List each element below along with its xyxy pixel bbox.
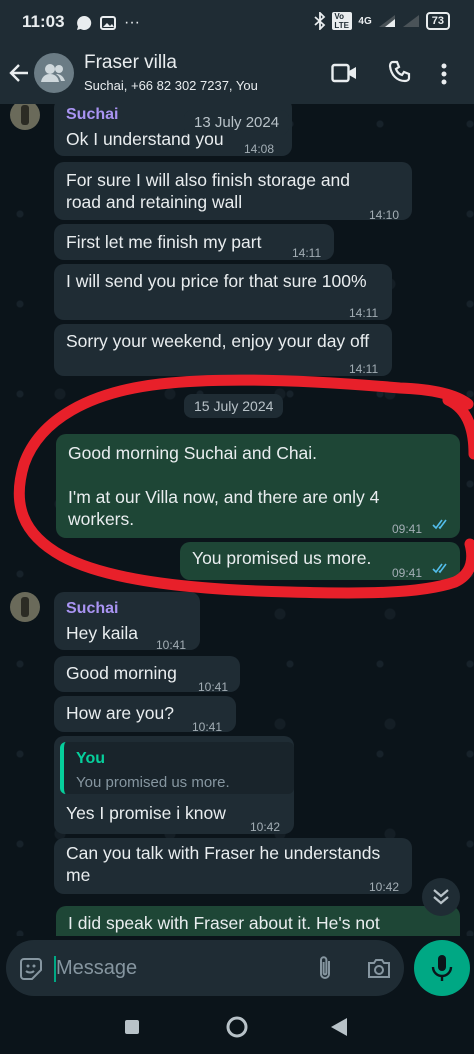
- message-time: 09:41: [392, 522, 423, 536]
- message-time: 14:10: [369, 208, 400, 222]
- message-text-line2: I'm at our Villa now, and there are only…: [68, 487, 380, 507]
- video-call-icon[interactable]: [331, 62, 357, 84]
- message-text-line2: road and retaining wall: [66, 192, 243, 212]
- message-time: 14:11: [349, 362, 379, 376]
- battery-indicator: 73: [425, 12, 450, 30]
- outgoing-message-bubble[interactable]: Good morning Suchai and Chai. I'm at our…: [56, 434, 460, 538]
- chat-participants[interactable]: Suchai, +66 82 302 7237, You: [84, 78, 258, 93]
- recent-apps-icon[interactable]: [124, 1019, 140, 1035]
- read-receipt-icon: [432, 563, 447, 574]
- voice-message-button[interactable]: [414, 940, 470, 996]
- reply-quote[interactable]: You You promised us more.: [60, 742, 294, 794]
- sender-avatar[interactable]: [10, 104, 40, 130]
- message-time: 10:42: [250, 820, 281, 834]
- status-bar: 11:03 ··· Vo LTE 4G 73: [0, 0, 474, 44]
- group-icon: [41, 64, 65, 82]
- message-time: 10:41: [192, 720, 223, 734]
- double-chevron-down-icon: [433, 889, 449, 905]
- message-bubble[interactable]: First let me finish my part 14:11: [54, 224, 334, 260]
- chat-title[interactable]: Fraser villa: [84, 52, 177, 74]
- back-nav-icon[interactable]: [330, 1017, 348, 1037]
- signal-strength-icon-2: [402, 15, 419, 27]
- message-text-line1: For sure I will also finish storage and: [66, 170, 351, 190]
- outgoing-message-bubble[interactable]: I did speak with Fraser about it. He's n…: [56, 906, 460, 936]
- date-chip: 13 July 2024: [184, 110, 290, 135]
- message-time: 14:11: [292, 246, 322, 260]
- chat-header: Fraser villa Suchai, +66 82 302 7237, Yo…: [0, 44, 474, 104]
- signal-strength-icon: [378, 15, 395, 27]
- group-avatar[interactable]: [34, 53, 74, 93]
- sender-name: Suchai: [66, 600, 119, 617]
- message-time: 10:41: [198, 680, 229, 694]
- message-text: You promised us more.: [192, 548, 372, 568]
- read-receipt-icon: [432, 519, 447, 530]
- message-bubble[interactable]: You You promised us more. Yes I promise …: [54, 736, 294, 834]
- message-bubble[interactable]: Sorry your weekend, enjoy your day off 1…: [54, 324, 392, 376]
- volte-badge: Vo LTE: [332, 12, 353, 30]
- outgoing-message-bubble[interactable]: You promised us more. 09:41: [180, 542, 460, 580]
- bluetooth-icon: [314, 12, 326, 30]
- message-text-line1: Can you talk with Fraser he understands: [66, 843, 381, 863]
- message-text: Yes I promise i know: [66, 803, 226, 823]
- chat-notification-icon: [77, 15, 92, 30]
- message-text: Hey kaila: [66, 623, 138, 643]
- scroll-to-bottom-button[interactable]: [422, 878, 460, 916]
- message-bubble[interactable]: Can you talk with Fraser he understands …: [54, 838, 412, 894]
- message-time: 14:08: [244, 142, 275, 156]
- attachment-icon[interactable]: [316, 954, 334, 982]
- date-chip: 15 July 2024: [184, 394, 284, 418]
- message-text-line1: Good morning Suchai and Chai.: [68, 443, 318, 463]
- camera-icon[interactable]: [366, 956, 392, 980]
- network-type-label: 4G: [358, 15, 372, 27]
- message-time: 10:42: [369, 880, 400, 894]
- message-input-container[interactable]: Message: [6, 940, 404, 996]
- message-text: I did speak with Fraser about it. He's n…: [68, 913, 380, 933]
- home-icon[interactable]: [225, 1015, 249, 1039]
- message-text-line3: workers.: [68, 509, 135, 529]
- microphone-icon: [431, 955, 453, 981]
- reply-author: You: [76, 750, 106, 767]
- voice-call-icon[interactable]: [388, 60, 412, 84]
- back-arrow-icon[interactable]: [8, 62, 30, 84]
- message-bubble[interactable]: Suchai Hey kaila 10:41: [54, 592, 200, 652]
- more-notifications-icon: ···: [124, 14, 140, 31]
- message-time: 14:11: [349, 306, 379, 320]
- message-bubble[interactable]: I will send you price for that sure 100%…: [54, 264, 392, 320]
- message-composer: Message: [0, 936, 474, 1000]
- image-notification-icon: [100, 16, 116, 30]
- message-text: How are you?: [66, 703, 174, 723]
- sticker-icon[interactable]: [18, 956, 44, 982]
- message-text-line2: me: [66, 865, 91, 885]
- message-time: 09:41: [392, 566, 423, 580]
- message-text: First let me finish my part: [66, 232, 262, 252]
- sender-name: Suchai: [66, 106, 119, 123]
- message-input[interactable]: Message: [56, 957, 137, 980]
- more-options-icon[interactable]: [440, 62, 448, 86]
- message-bubble[interactable]: How are you? 10:41: [54, 696, 236, 734]
- sender-avatar[interactable]: [10, 592, 40, 622]
- message-text: Sorry your weekend, enjoy your day off: [66, 331, 370, 351]
- chat-messages[interactable]: Suchai Ok I understand you 14:08 13 July…: [0, 104, 474, 936]
- status-time: 11:03: [22, 12, 65, 31]
- message-text: Good morning: [66, 663, 177, 683]
- system-navigation-bar: [0, 1000, 474, 1054]
- message-bubble[interactable]: Good morning 10:41: [54, 656, 240, 694]
- message-time: 10:41: [156, 638, 187, 652]
- reply-text: You promised us more.: [76, 774, 230, 791]
- message-bubble[interactable]: For sure I will also finish storage and …: [54, 162, 412, 222]
- message-text: I will send you price for that sure 100%: [66, 271, 367, 291]
